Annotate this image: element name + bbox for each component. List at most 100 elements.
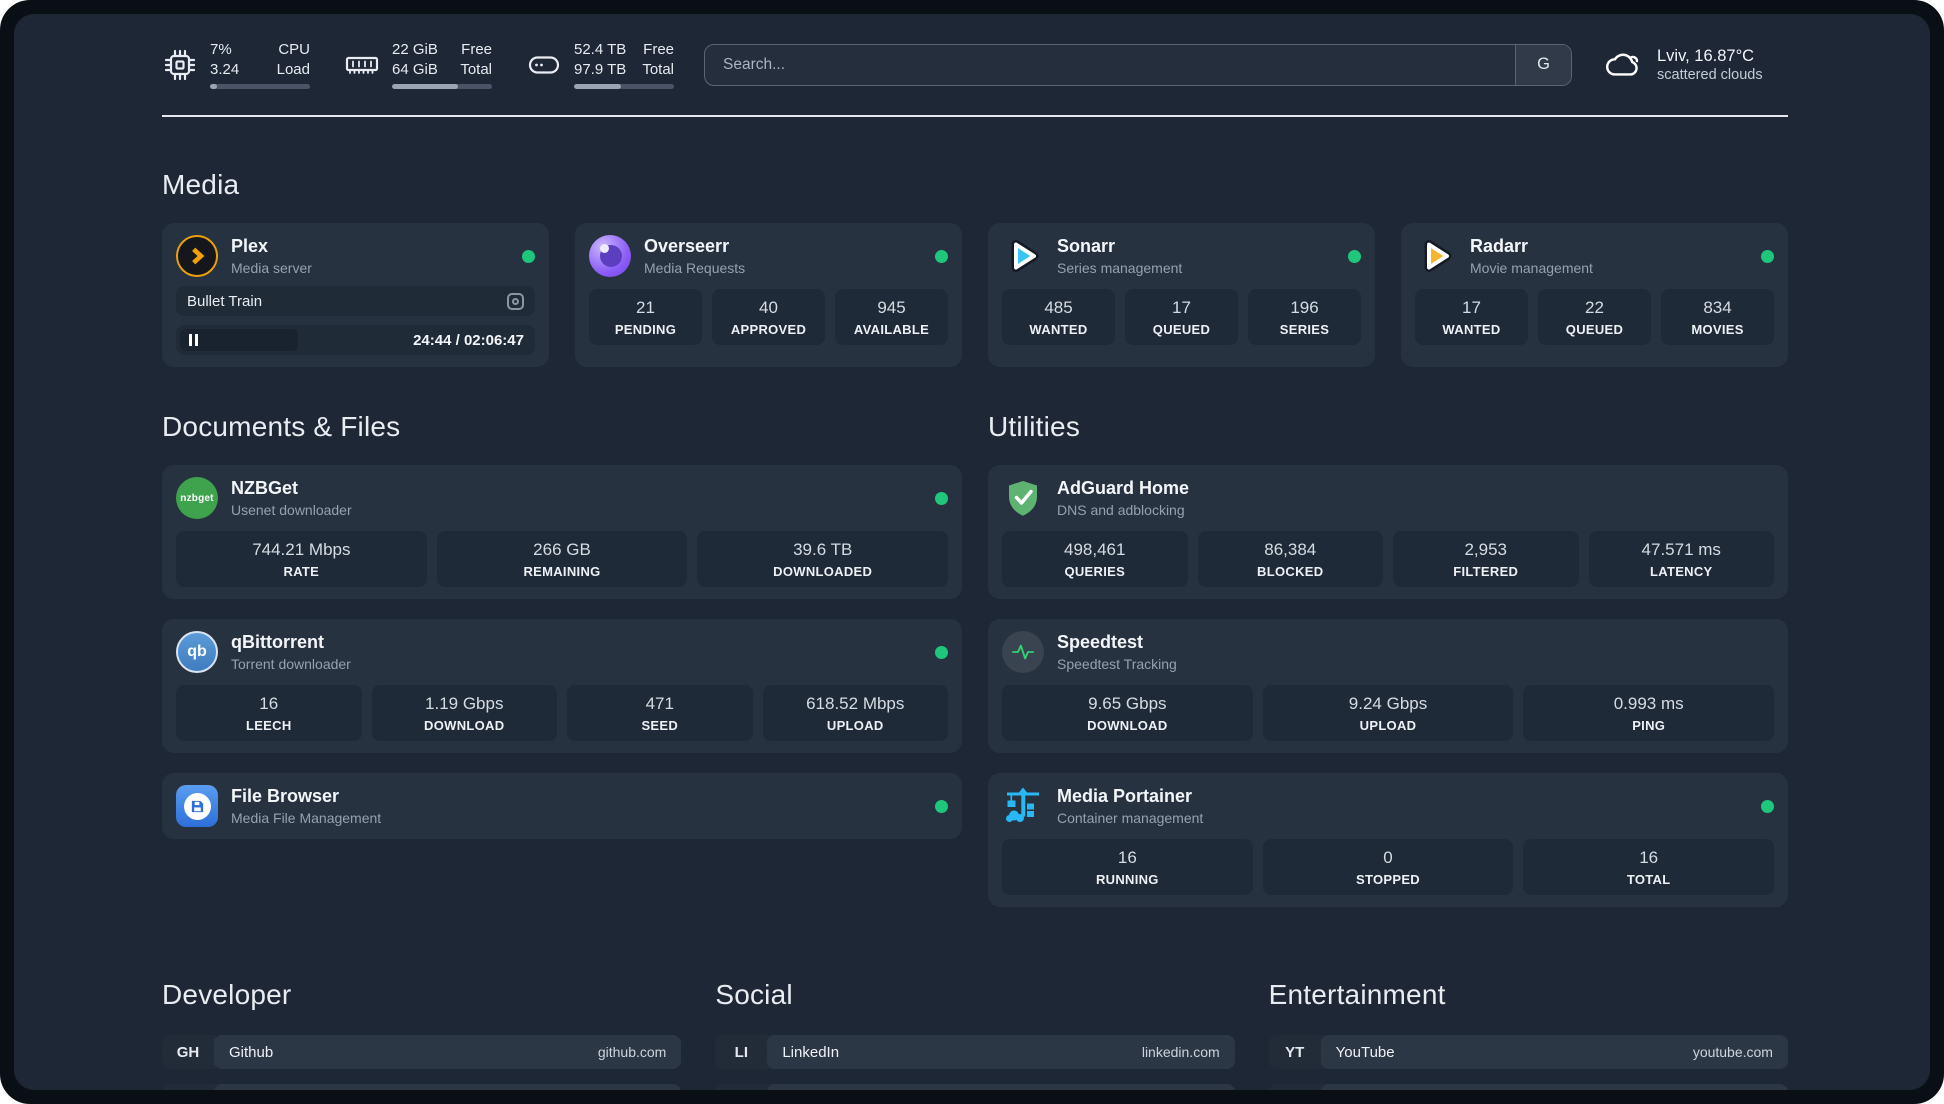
section-title-media: Media bbox=[162, 169, 240, 200]
sonarr-icon bbox=[1002, 235, 1044, 277]
bookmark-abbr: SO bbox=[162, 1084, 214, 1090]
stat-box-running: 16 RUNNING bbox=[1002, 839, 1253, 895]
stat-box-available: 945 AVAILABLE bbox=[835, 289, 948, 345]
bookmark-github[interactable]: GH Github github.com bbox=[162, 1035, 682, 1069]
app-card-plex[interactable]: Plex Media server Bullet Train 24:44 / 0… bbox=[162, 223, 549, 367]
section-title-entertainment: Entertainment bbox=[1268, 979, 1446, 1010]
status-online-dot bbox=[935, 249, 948, 263]
bookmark-url: linkedin.com bbox=[1141, 1044, 1220, 1060]
bookmark-group-developer: Developer GH Github github.com SO StackOv… bbox=[162, 979, 682, 1090]
now-playing-title: Bullet Train bbox=[187, 292, 263, 310]
cpu-stat: 7% CPU 3.24 Load bbox=[162, 40, 310, 89]
bookmark-url: github.com bbox=[597, 1044, 667, 1060]
qbittorrent-icon: qb bbox=[176, 631, 218, 673]
app-card-adguard[interactable]: AdGuard Home DNS and adblocking 498,461 Q… bbox=[988, 465, 1788, 599]
bookmark-group-entertainment: Entertainment YT YouTube youtube.com NF N… bbox=[1268, 979, 1788, 1090]
status-online-dot bbox=[522, 249, 535, 263]
bookmark-stackoverflow[interactable]: SO StackOverflowstackoverflow.com bbox=[162, 1084, 682, 1090]
disk-progressbar bbox=[574, 84, 674, 89]
app-desc: Torrent downloader bbox=[231, 656, 351, 672]
app-desc: Speedtest Tracking bbox=[1057, 656, 1177, 672]
app-card-qbittorrent[interactable]: qb qBittorrent Torrent downloader 16 LEEC… bbox=[162, 619, 962, 753]
stat-box-blocked: 86,384 BLOCKED bbox=[1197, 531, 1383, 587]
status-online-dot bbox=[935, 799, 948, 813]
bookmark-abbr: TW bbox=[715, 1084, 767, 1090]
bookmark-name: LinkedIn bbox=[782, 1043, 840, 1061]
dashboard-panel: 7% CPU 3.24 Load 22 GiB Free 64 GiB Total bbox=[14, 14, 1930, 1090]
section-title-documents: Documents & Files bbox=[162, 411, 401, 442]
stat-box-downloaded: 39.6 TB DOWNLOADED bbox=[697, 531, 949, 587]
stat-box-upload: 618.52 Mbps UPLOAD bbox=[762, 685, 948, 741]
stat-box-queries: 498,461 QUERIES bbox=[1002, 531, 1188, 587]
stat-box-download: 1.19 Gbps DOWNLOAD bbox=[371, 685, 557, 741]
bookmark-linkedin[interactable]: LI LinkedIn linkedin.com bbox=[715, 1035, 1235, 1069]
memory-free: 22 GiB bbox=[392, 41, 438, 58]
memory-free-label: Free bbox=[461, 41, 492, 58]
app-card-portainer[interactable]: Media Portainer Container management 16 R… bbox=[988, 773, 1788, 907]
weather-location-temp: Lviv, 16.87°C bbox=[1657, 46, 1755, 65]
playback-time: 24:44 / 02:06:47 bbox=[413, 331, 524, 349]
app-desc: Media server bbox=[231, 260, 312, 276]
memory-icon bbox=[344, 47, 380, 83]
stat-box-filtered: 2,953 FILTERED bbox=[1393, 531, 1579, 587]
app-card-radarr[interactable]: Radarr Movie management 17 WANTED 22 QUEUE… bbox=[1401, 223, 1788, 367]
bookmark-abbr: YT bbox=[1285, 1043, 1305, 1061]
weather-widget[interactable]: Lviv, 16.87°C scattered clouds bbox=[1602, 44, 1788, 86]
stat-box-pending: 21 PENDING bbox=[589, 289, 702, 345]
disk-free: 52.4 TB bbox=[574, 41, 627, 58]
app-desc: Movie management bbox=[1470, 260, 1593, 276]
app-desc: Container management bbox=[1057, 810, 1204, 826]
app-name: qBittorrent bbox=[231, 632, 324, 652]
player-row: 24:44 / 02:06:47 bbox=[176, 325, 535, 355]
pause-icon bbox=[189, 334, 198, 346]
disk-stat: 52.4 TB Free 97.9 TB Total bbox=[526, 40, 674, 89]
status-online-dot bbox=[935, 491, 948, 505]
app-name: Radarr bbox=[1470, 236, 1529, 256]
stat-box-series: 196 SERIES bbox=[1248, 289, 1361, 345]
app-card-speedtest[interactable]: Speedtest Speedtest Tracking 9.65 Gbps DO… bbox=[988, 619, 1788, 753]
bookmark-twitter[interactable]: TW Twittertwitter.com bbox=[715, 1084, 1235, 1090]
app-card-sonarr[interactable]: Sonarr Series management 485 WANTED 17 QUE… bbox=[988, 223, 1375, 367]
filebrowser-icon bbox=[176, 785, 218, 827]
search-provider-button[interactable]: G bbox=[1515, 44, 1571, 85]
bookmark-name: YouTube bbox=[1335, 1043, 1395, 1061]
section-title-social: Social bbox=[715, 979, 793, 1010]
bookmark-netflix[interactable]: NF Netflixnetflix.com bbox=[1268, 1084, 1788, 1090]
app-desc: Series management bbox=[1057, 260, 1183, 276]
stat-box-approved: 40 APPROVED bbox=[712, 289, 825, 345]
cpu-progressbar bbox=[210, 84, 310, 89]
window-frame: 7% CPU 3.24 Load 22 GiB Free 64 GiB Total bbox=[0, 0, 1944, 1104]
pause-button[interactable] bbox=[180, 329, 298, 351]
cpu-icon bbox=[162, 47, 198, 83]
documents-column: Documents & Files nzbget NZBGet Usenet d… bbox=[162, 411, 962, 927]
stat-box-wanted: 485 WANTED bbox=[1002, 289, 1115, 345]
disk-total-label: Total bbox=[642, 60, 674, 78]
stat-box-ping: 0.993 ms PING bbox=[1523, 685, 1775, 741]
bookmark-youtube[interactable]: YT YouTube youtube.com bbox=[1268, 1035, 1788, 1069]
stat-box-total: 16 TOTAL bbox=[1523, 839, 1775, 895]
stat-box-queued: 22 QUEUED bbox=[1538, 289, 1651, 345]
section-title-developer: Developer bbox=[162, 979, 292, 1010]
app-name: Plex bbox=[231, 236, 269, 256]
bookmark-name: Github bbox=[229, 1043, 274, 1061]
radarr-icon bbox=[1415, 235, 1457, 277]
status-online-dot bbox=[1348, 249, 1361, 263]
stat-box-seed: 471 SEED bbox=[567, 685, 753, 741]
app-name: Overseerr bbox=[644, 236, 730, 256]
nzbget-icon: nzbget bbox=[176, 477, 218, 519]
stat-box-rate: 744.21 Mbps RATE bbox=[176, 531, 427, 587]
bookmark-abbr: NF bbox=[1269, 1084, 1321, 1090]
app-card-overseerr[interactable]: Overseerr Media Requests 21 PENDING 40 APP… bbox=[575, 223, 962, 367]
stat-box-movies: 834 MOVIES bbox=[1661, 289, 1774, 345]
app-card-filebrowser[interactable]: File Browser Media File Management bbox=[162, 773, 962, 839]
bookmark-abbr: LI bbox=[734, 1043, 748, 1061]
cpu-usage-label: CPU bbox=[278, 41, 310, 58]
app-card-nzbget[interactable]: nzbget NZBGet Usenet downloader 744.21 M… bbox=[162, 465, 962, 599]
search-input[interactable] bbox=[705, 44, 1515, 85]
cpu-load-label: Load bbox=[276, 60, 310, 78]
portainer-icon bbox=[1002, 785, 1044, 827]
overseerr-icon bbox=[589, 235, 631, 277]
cloud-icon bbox=[1606, 53, 1639, 76]
media-grid: Plex Media server Bullet Train 24:44 / 0… bbox=[162, 223, 1788, 367]
disk-free-label: Free bbox=[643, 41, 674, 58]
